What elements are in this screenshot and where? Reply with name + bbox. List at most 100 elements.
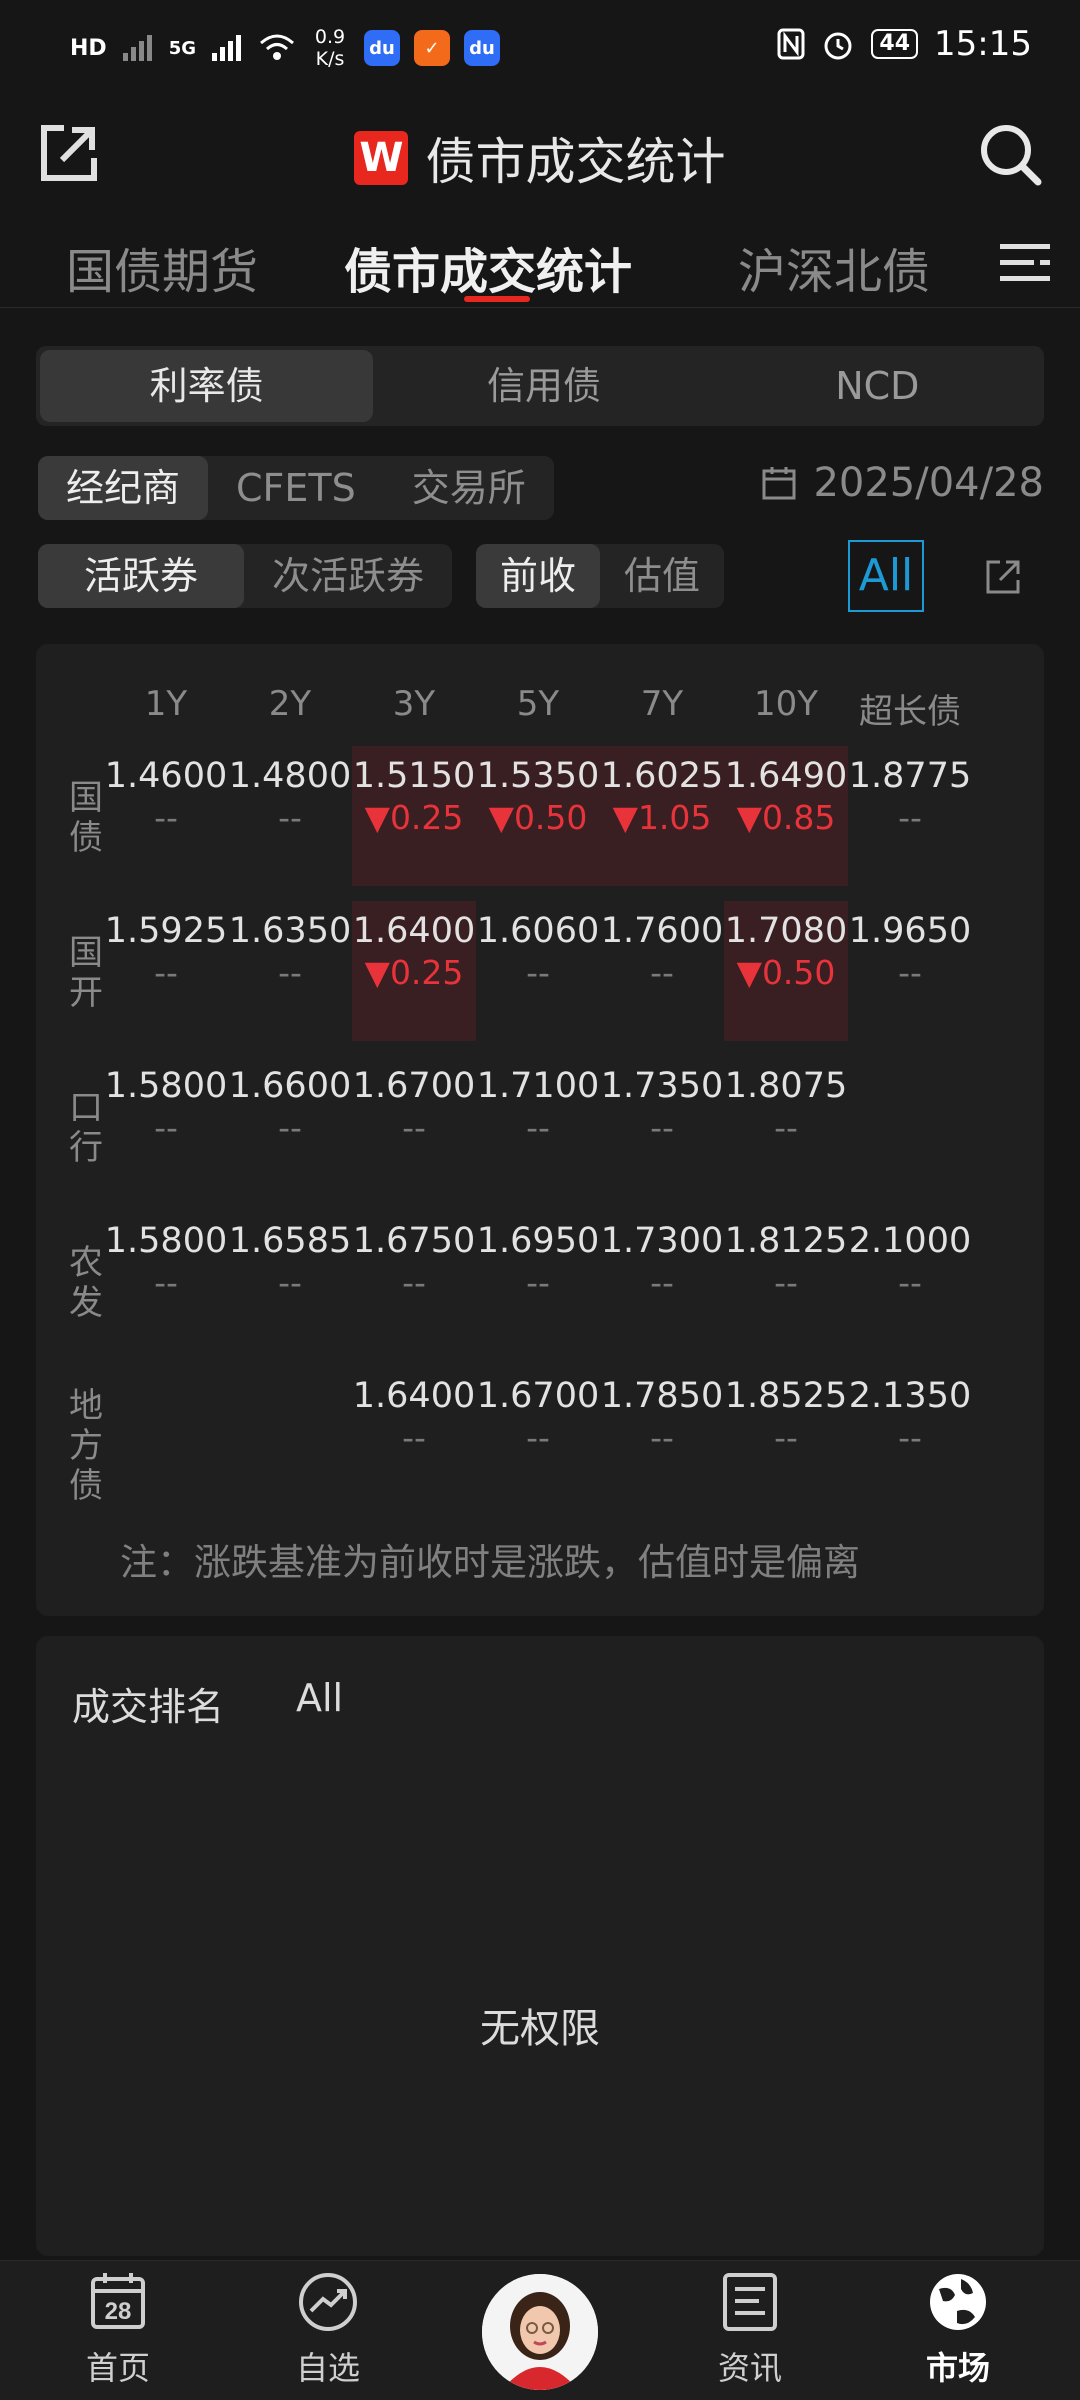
segment-prev-close[interactable]: 前收 <box>476 544 601 608</box>
tab-bond-trade-stats[interactable]: 债市成交统计 <box>344 232 632 302</box>
yield-table: 1Y 2Y 3Y 5Y 7Y 10Y 超长债国 债 1.4600 -- 1.4800 -- 1.515… <box>36 644 1044 1616</box>
calendar-day: 28 <box>105 2298 132 2325</box>
yield-cell[interactable]: 2.1350 -- <box>848 1366 972 1506</box>
clock: 15:15 <box>934 24 1032 64</box>
yield-change: -- <box>278 953 302 992</box>
all-filter-button[interactable]: All <box>848 540 924 612</box>
menu-icon[interactable] <box>1000 240 1050 286</box>
yield-cell[interactable]: 1.7300 -- <box>600 1211 724 1351</box>
nav-news[interactable]: 资讯 <box>690 2271 810 2389</box>
yield-cell[interactable]: 1.6400 -- <box>352 1366 476 1506</box>
yield-cell[interactable]: 1.7600 -- <box>600 901 724 1041</box>
yield-value: 1.6750 <box>352 1221 476 1261</box>
yield-cell[interactable] <box>228 1366 352 1506</box>
page-title: 债市成交统计 <box>425 133 726 191</box>
yield-cell[interactable]: 1.7080 ▼0.50 <box>724 901 848 1041</box>
nav-market-label: 市场 <box>925 2349 990 2387</box>
yield-cell[interactable]: 1.6585 -- <box>228 1211 352 1351</box>
yield-cell[interactable]: 1.6600 -- <box>228 1056 352 1196</box>
yield-cell[interactable] <box>104 1366 228 1506</box>
segment-ncd[interactable]: NCD <box>711 346 1044 426</box>
assistant-avatar[interactable] <box>482 2274 598 2390</box>
yield-change: -- <box>650 1108 674 1147</box>
yield-value: 1.6060 <box>476 911 600 951</box>
ranking-title: 成交排名 <box>72 1685 225 1729</box>
export-icon[interactable] <box>984 556 1024 596</box>
yield-value: 2.1000 <box>848 1221 972 1261</box>
yield-value: 1.6025 <box>600 756 724 796</box>
yield-cell[interactable]: 1.7100 -- <box>476 1056 600 1196</box>
yield-cell[interactable]: 1.6350 -- <box>228 901 352 1041</box>
nav-market[interactable]: 市场 <box>898 2271 1018 2389</box>
ranking-filter[interactable]: All <box>296 1676 343 1720</box>
signal-icon <box>122 35 152 61</box>
yield-cell[interactable]: 1.6025 ▼1.05 <box>600 746 724 886</box>
yield-cell[interactable]: 1.6400 ▼0.25 <box>352 901 476 1041</box>
yield-cell[interactable]: 1.6750 -- <box>352 1211 476 1351</box>
yield-value: 1.6700 <box>352 1066 476 1106</box>
nav-home[interactable]: 28 首页 <box>58 2271 178 2389</box>
tab-bond-futures[interactable]: 国债期货 <box>66 232 258 302</box>
yield-change: -- <box>898 953 922 992</box>
date-value: 2025/04/28 <box>813 460 1044 506</box>
segment-cfets[interactable]: CFETS <box>208 456 384 520</box>
calendar-icon: 28 <box>91 2273 145 2329</box>
yield-cell[interactable]: 1.7350 -- <box>600 1056 724 1196</box>
yield-cell[interactable]: 1.6490 ▼0.85 <box>724 746 848 886</box>
yield-value: 1.7850 <box>600 1376 724 1416</box>
yield-value: 1.5350 <box>476 756 600 796</box>
yield-cell[interactable]: 1.5350 ▼0.50 <box>476 746 600 886</box>
yield-change: -- <box>898 798 922 837</box>
yield-cell[interactable]: 1.8125 -- <box>724 1211 848 1351</box>
yield-cell[interactable]: 1.8775 -- <box>848 746 972 886</box>
yield-change: -- <box>154 798 178 837</box>
yield-cell[interactable]: 1.5800 -- <box>104 1211 228 1351</box>
table-note: 注：涨跌基准为前收时是涨跌，估值时是偏离 <box>120 1541 860 1584</box>
avatar-image <box>482 2274 598 2390</box>
yield-change: -- <box>402 1263 426 1302</box>
yield-cell[interactable]: 1.9650 -- <box>848 901 972 1041</box>
yield-cell[interactable]: 1.6950 -- <box>476 1211 600 1351</box>
app-header: W 债市成交统计 <box>0 92 1080 212</box>
check-app-icon: ✓ <box>414 30 450 66</box>
segment-second-active[interactable]: 次活跃券 <box>244 544 452 608</box>
segment-credit-bond[interactable]: 信用债 <box>377 346 710 426</box>
yield-cell[interactable]: 1.5150 ▼0.25 <box>352 746 476 886</box>
yield-change: -- <box>278 1263 302 1302</box>
yield-cell[interactable]: 1.5925 -- <box>104 901 228 1041</box>
yield-cell[interactable]: 1.6060 -- <box>476 901 600 1041</box>
segment-rate-bond[interactable]: 利率债 <box>40 350 374 422</box>
segment-active[interactable]: 活跃券 <box>38 544 245 608</box>
yield-cell[interactable]: 2.1000 -- <box>848 1211 972 1351</box>
yield-cell[interactable]: 1.8525 -- <box>724 1366 848 1506</box>
column-header: 2Y <box>268 684 312 724</box>
yield-cell[interactable]: 1.7850 -- <box>600 1366 724 1506</box>
search-icon[interactable] <box>978 122 1042 186</box>
yield-cell[interactable]: 1.4800 -- <box>228 746 352 886</box>
wifi-icon <box>260 34 294 60</box>
segment-broker[interactable]: 经纪商 <box>38 456 209 520</box>
yield-value: 1.5925 <box>104 911 228 951</box>
yield-cell[interactable]: 1.4600 -- <box>104 746 228 886</box>
yield-change: -- <box>774 1108 798 1147</box>
net-speed-unit: K/s <box>315 48 345 70</box>
yield-value: 1.7080 <box>724 911 848 951</box>
hd-indicator: HD <box>70 35 107 61</box>
trend-icon <box>299 2273 357 2331</box>
yield-value: 1.7100 <box>476 1066 600 1106</box>
yield-cell[interactable]: 1.5800 -- <box>104 1056 228 1196</box>
yield-cell[interactable] <box>848 1056 972 1196</box>
date-picker[interactable]: 2025/04/28 <box>761 460 1044 506</box>
tab-sh-sz-bj-bonds[interactable]: 沪深北债 <box>738 232 930 302</box>
yield-cell[interactable]: 1.6700 -- <box>352 1056 476 1196</box>
yield-value: 1.6600 <box>228 1066 352 1106</box>
yield-change: -- <box>154 1108 178 1147</box>
segment-exchange[interactable]: 交易所 <box>384 456 554 520</box>
yield-change: ▼1.05 <box>612 798 712 837</box>
yield-cell[interactable]: 1.6700 -- <box>476 1366 600 1506</box>
yield-cell[interactable]: 1.8075 -- <box>724 1056 848 1196</box>
segment-valuation[interactable]: 估值 <box>600 544 724 608</box>
yield-value: 1.6700 <box>476 1376 600 1416</box>
nav-watchlist[interactable]: 自选 <box>268 2271 388 2389</box>
news-icon <box>723 2273 777 2331</box>
